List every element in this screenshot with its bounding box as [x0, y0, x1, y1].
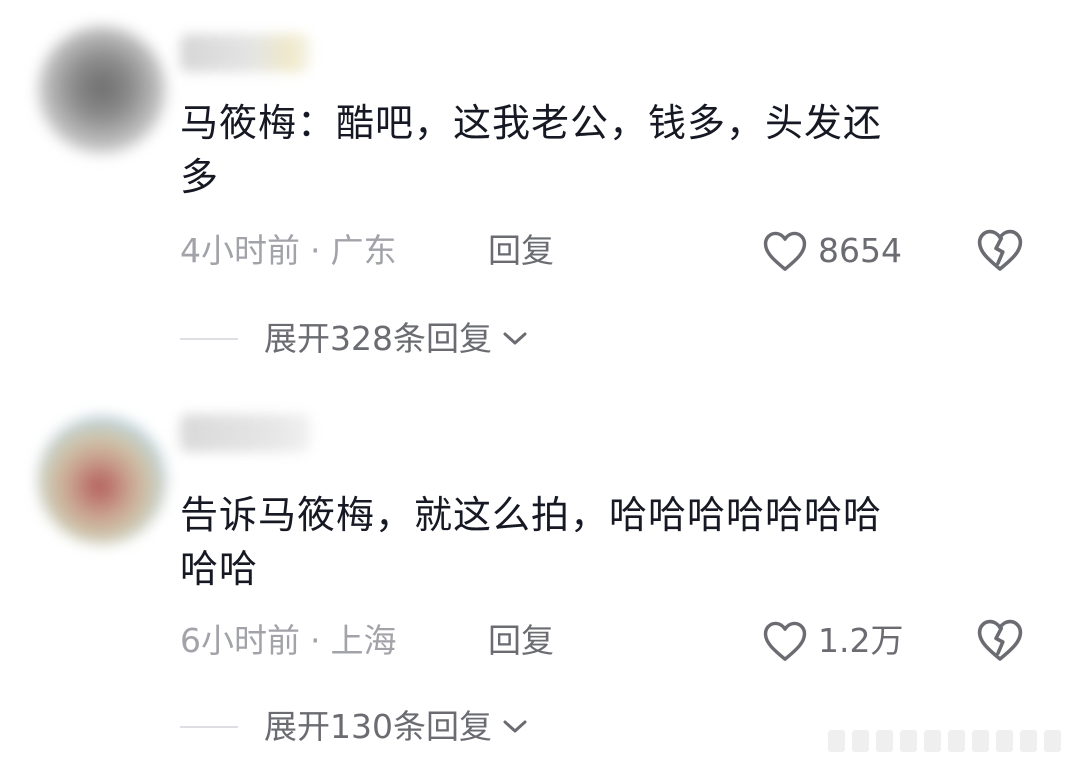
- meta-separator: ·: [310, 621, 321, 660]
- broken-heart-icon: [977, 229, 1023, 271]
- meta-separator: ·: [310, 231, 321, 270]
- like-count: 8654: [818, 231, 902, 270]
- time-location: 6小时前 · 上海: [180, 616, 397, 666]
- reply-button[interactable]: 回复: [488, 616, 554, 666]
- avatar[interactable]: [38, 26, 166, 154]
- comment-meta-row: 4小时前 · 广东 回复 8654: [180, 226, 1024, 276]
- like-button[interactable]: 1.2万: [762, 616, 903, 666]
- expand-divider: [180, 338, 238, 340]
- broken-heart-icon: [977, 619, 1023, 661]
- expand-replies-label: 展开130条回复: [264, 707, 492, 746]
- watermark: [828, 730, 1066, 752]
- dislike-button[interactable]: [976, 618, 1024, 664]
- comment-item: 马筱梅：酷吧，这我老公，钱多，头发还多 4小时前 · 广东 回复 8654 展开32…: [0, 0, 1080, 392]
- comment-meta-row: 6小时前 · 上海 回复 1.2万: [180, 616, 1024, 666]
- expand-replies-button[interactable]: 展开328条回复: [180, 316, 530, 362]
- heart-outline-icon: [763, 231, 807, 271]
- comment-text-line: 哈哈: [180, 547, 259, 591]
- like-button[interactable]: 8654: [762, 226, 902, 276]
- heart-outline-icon: [763, 621, 807, 661]
- comment-item: 告诉马筱梅，就这么拍，哈哈哈哈哈哈哈 哈哈 6小时前 · 上海 回复 1.2万 展开1…: [0, 392, 1080, 764]
- expand-divider: [180, 726, 238, 728]
- like-count: 1.2万: [818, 621, 904, 660]
- comment-time: 4小时前: [180, 231, 300, 270]
- comment-location: 上海: [330, 621, 397, 660]
- username-blurred[interactable]: [180, 414, 310, 452]
- username-blurred[interactable]: [180, 34, 310, 72]
- comment-text-line: 马筱梅：酷吧，这我老公，钱多，头发还: [180, 101, 883, 145]
- chevron-down-icon: [503, 720, 527, 733]
- comment-text-line: 多: [180, 155, 220, 199]
- chevron-down-icon: [503, 332, 527, 345]
- reply-button[interactable]: 回复: [488, 226, 554, 276]
- expand-replies-label: 展开328条回复: [264, 319, 492, 358]
- comment-time: 6小时前: [180, 621, 300, 660]
- expand-replies-button[interactable]: 展开130条回复: [180, 704, 530, 750]
- avatar[interactable]: [38, 416, 166, 544]
- comment-location: 广东: [330, 231, 397, 270]
- time-location: 4小时前 · 广东: [180, 226, 397, 276]
- comment-text[interactable]: 马筱梅：酷吧，这我老公，钱多，头发还多: [180, 96, 1010, 204]
- dislike-button[interactable]: [976, 228, 1024, 274]
- comment-text[interactable]: 告诉马筱梅，就这么拍，哈哈哈哈哈哈哈 哈哈: [180, 488, 1010, 596]
- comment-text-line: 告诉马筱梅，就这么拍，哈哈哈哈哈哈哈: [180, 493, 883, 537]
